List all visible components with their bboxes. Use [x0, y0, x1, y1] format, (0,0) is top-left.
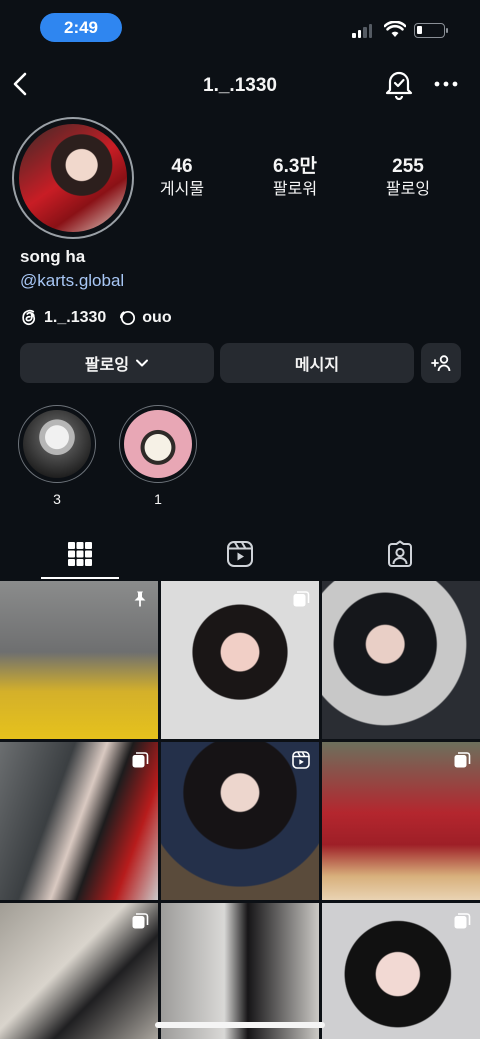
post-thumbnail[interactable] — [0, 742, 158, 900]
post-thumbnail[interactable] — [0, 903, 158, 1039]
highlight-ring — [119, 405, 197, 483]
content-tabs — [0, 528, 480, 580]
post-thumbnail[interactable] — [322, 581, 480, 739]
post-thumbnail[interactable] — [161, 903, 319, 1039]
story-highlight[interactable]: 1 — [118, 405, 198, 507]
post-thumbnail[interactable] — [161, 742, 319, 900]
threads-icon — [22, 309, 36, 325]
wifi-icon — [384, 21, 406, 37]
carousel-icon — [454, 913, 471, 929]
notification-bell-check-icon[interactable] — [384, 68, 414, 100]
message-label: 메시지 — [294, 357, 340, 374]
threads-handle: 1._.1330 — [44, 308, 107, 326]
suggest-users-button[interactable] — [421, 343, 461, 383]
posts-count[interactable]: 46 게시물 — [132, 156, 232, 201]
cellular-signal-icon — [352, 24, 372, 38]
status-time[interactable]: 2:49 — [40, 13, 122, 42]
post-thumbnail[interactable] — [322, 903, 480, 1039]
tab-posts-grid[interactable] — [0, 528, 160, 580]
note-link[interactable]: ouo — [118, 308, 172, 327]
stat-label: 팔로잉 — [385, 181, 431, 198]
chevron-down-icon — [136, 359, 149, 367]
post-thumbnail[interactable] — [0, 581, 158, 739]
grid-icon — [68, 542, 92, 566]
threads-link[interactable]: 1._.1330 — [20, 308, 106, 327]
note-bubble-icon — [120, 310, 136, 326]
following-button[interactable]: 팔로잉 — [20, 343, 214, 383]
more-dots-icon[interactable] — [432, 72, 460, 96]
pin-icon — [134, 591, 146, 607]
carousel-icon — [132, 913, 149, 929]
stat-value: 6.3만 — [273, 156, 317, 177]
battery-icon — [414, 23, 448, 38]
stat-value: 255 — [392, 156, 424, 177]
top-nav: 1._.1330 — [0, 62, 480, 108]
avatar-story-ring[interactable] — [12, 117, 134, 239]
highlight-label: 3 — [53, 491, 61, 507]
highlight-cover — [23, 410, 91, 478]
add-user-icon — [431, 355, 451, 372]
tab-reels[interactable] — [160, 528, 320, 580]
status-bar: 2:49 — [0, 0, 480, 56]
story-highlight[interactable]: 3 — [17, 405, 97, 507]
home-indicator[interactable] — [155, 1022, 325, 1028]
stat-label: 팔로워 — [272, 181, 318, 198]
followers-count[interactable]: 6.3만 팔로워 — [245, 156, 345, 201]
highlight-label: 1 — [154, 491, 162, 507]
post-thumbnail[interactable] — [161, 581, 319, 739]
following-label: 팔로잉 — [84, 357, 130, 374]
carousel-icon — [454, 752, 471, 768]
note-text: ouo — [142, 308, 172, 326]
stat-value: 46 — [171, 156, 193, 177]
reels-icon — [227, 541, 253, 567]
highlight-ring — [18, 405, 96, 483]
avatar — [19, 124, 127, 232]
stat-label: 게시물 — [159, 181, 205, 198]
profile-mention-link[interactable]: @karts.global — [20, 271, 124, 291]
following-count[interactable]: 255 팔로잉 — [358, 156, 458, 201]
carousel-icon — [132, 752, 149, 768]
message-button[interactable]: 메시지 — [220, 343, 414, 383]
active-tab-indicator — [41, 577, 119, 579]
profile-name: song ha — [20, 247, 86, 266]
posts-grid — [0, 581, 480, 1039]
threads-row: 1._.1330 ouo — [20, 308, 172, 327]
highlight-cover — [124, 410, 192, 478]
carousel-icon — [293, 591, 310, 607]
tagged-icon — [388, 540, 412, 567]
reels-icon — [292, 751, 310, 769]
post-thumbnail[interactable] — [322, 742, 480, 900]
tab-tagged[interactable] — [320, 528, 480, 580]
